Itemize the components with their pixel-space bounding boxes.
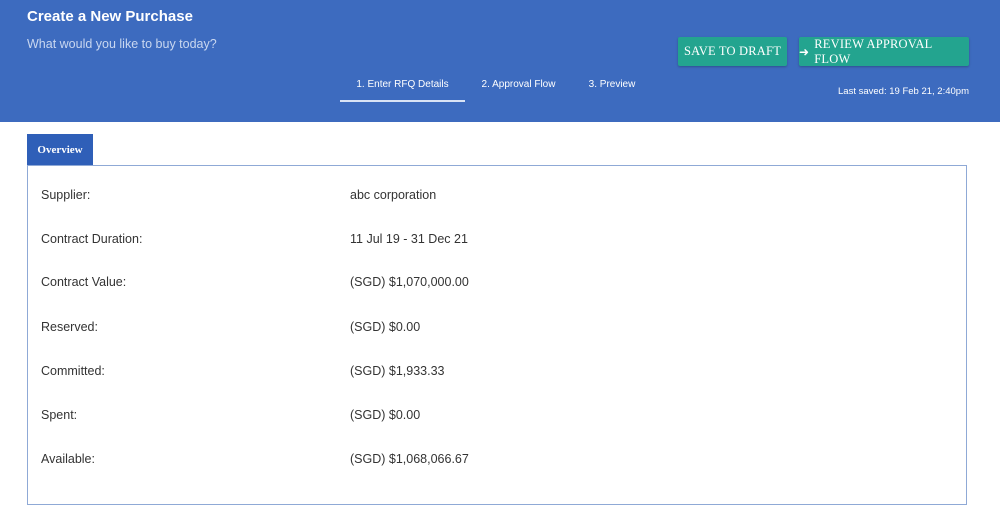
row-label: Spent: bbox=[41, 408, 78, 422]
review-approval-flow-label: REVIEW APPROVAL FLOW bbox=[814, 36, 932, 66]
row-value: (SGD) $0.00 bbox=[350, 320, 421, 334]
save-to-draft-button[interactable]: SAVE TO DRAFT bbox=[678, 37, 787, 66]
row-value: (SGD) $1,068,066.67 bbox=[350, 452, 469, 466]
row-label: Contract Value: bbox=[41, 275, 127, 289]
step-approval-flow[interactable]: 2. Approval Flow bbox=[465, 74, 572, 102]
row-value: (SGD) $1,933.33 bbox=[350, 364, 445, 378]
review-approval-flow-button[interactable]: ➜ REVIEW APPROVAL FLOW bbox=[799, 37, 969, 66]
row-value: 11 Jul 19 - 31 Dec 21 bbox=[350, 232, 468, 246]
row-label: Supplier: bbox=[41, 188, 91, 202]
tab-overview[interactable]: Overview bbox=[27, 134, 93, 165]
row-label: Committed: bbox=[41, 364, 105, 378]
last-saved-status: Last saved: 19 Feb 21, 2:40pm bbox=[838, 86, 969, 97]
step-tabs: 1. Enter RFQ Details 2. Approval Flow 3.… bbox=[340, 74, 652, 104]
overview-row-contract-duration: Contract Duration: 11 Jul 19 - 31 Dec 21 bbox=[41, 232, 941, 252]
overview-row-supplier: Supplier: abc corporation bbox=[41, 188, 941, 208]
overview-row-reserved: Reserved: (SGD) $0.00 bbox=[41, 320, 941, 340]
overview-row-contract-value: Contract Value: (SGD) $1,070,000.00 bbox=[41, 275, 941, 295]
row-value: (SGD) $1,070,000.00 bbox=[350, 275, 469, 289]
row-label: Reserved: bbox=[41, 320, 98, 334]
row-label: Contract Duration: bbox=[41, 232, 143, 246]
save-to-draft-label: SAVE TO DRAFT bbox=[683, 44, 782, 58]
step-preview[interactable]: 3. Preview bbox=[572, 74, 652, 102]
row-value: (SGD) $0.00 bbox=[350, 408, 421, 422]
arrow-right-icon: ➜ bbox=[799, 44, 810, 59]
page-title: Create a New Purchase bbox=[27, 8, 193, 25]
page-header: Create a New Purchase What would you lik… bbox=[0, 0, 1000, 122]
overview-panel: Supplier: abc corporation Contract Durat… bbox=[27, 165, 967, 505]
page-subtitle: What would you like to buy today? bbox=[27, 37, 217, 51]
overview-row-spent: Spent: (SGD) $0.00 bbox=[41, 408, 941, 428]
step-enter-rfq-details[interactable]: 1. Enter RFQ Details bbox=[340, 74, 465, 102]
overview-row-committed: Committed: (SGD) $1,933.33 bbox=[41, 364, 941, 384]
row-label: Available: bbox=[41, 452, 95, 466]
overview-row-available: Available: (SGD) $1,068,066.67 bbox=[41, 452, 941, 472]
row-value: abc corporation bbox=[350, 188, 437, 202]
